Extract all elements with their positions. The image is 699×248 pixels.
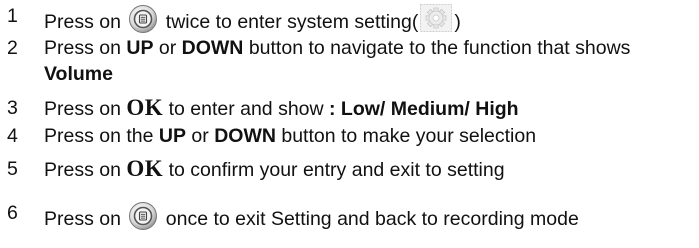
volume-options: : Low/ Medium/ High	[329, 98, 519, 120]
step-number: 1	[7, 5, 18, 27]
step-number: 4	[7, 125, 18, 147]
step-text-part: Press on	[44, 98, 127, 120]
step-text-part: to enter and show	[163, 98, 330, 120]
ok-button-label: OK	[126, 156, 164, 181]
menu-button-icon	[129, 5, 158, 33]
step-text-part: twice to enter system setting(	[165, 11, 419, 33]
step-text-part: or	[186, 125, 215, 147]
volume-label: Volume	[44, 63, 113, 85]
step-text-part: once to exit Setting and back to recordi…	[165, 208, 579, 230]
step-text-part: Press on the	[44, 125, 159, 147]
step-text: Press on twice to enter system setting(	[44, 4, 461, 34]
step-text-part: Press on	[44, 159, 127, 181]
step-text-part: or	[153, 37, 182, 59]
step-number: 5	[7, 158, 18, 180]
step-text: Press on UP or DOWN button to navigate t…	[44, 36, 630, 60]
down-button-label: DOWN	[214, 125, 276, 147]
step-number: 3	[7, 97, 18, 119]
step-2-continuation: Volume	[44, 62, 113, 86]
up-button-label: UP	[158, 125, 186, 147]
menu-button-icon	[129, 202, 158, 230]
step-text-part: to confirm your entry and exit to settin…	[163, 159, 505, 181]
step-text: Press on once to exit Setting and back t…	[44, 201, 579, 231]
step-text-part: button to make your selection	[275, 125, 537, 147]
step-text: Press on OK to confirm your entry and ex…	[44, 157, 505, 182]
down-button-label: DOWN	[181, 37, 244, 59]
step-number: 2	[7, 37, 18, 59]
step-text-part: Press on	[44, 208, 121, 230]
step-text: Press on the UP or DOWN button to make y…	[44, 124, 536, 148]
step-number: 6	[7, 202, 18, 224]
step-text-part: Press on	[44, 11, 121, 33]
up-button-label: UP	[126, 37, 154, 59]
ok-button-label: OK	[126, 95, 164, 120]
step-text-part: button to navigate to the function that …	[243, 37, 631, 59]
settings-gear-icon	[420, 4, 453, 32]
step-text-part: )	[454, 11, 461, 33]
step-text-part: Press on	[44, 37, 127, 59]
step-text: Press on OK to enter and show : Low/ Med…	[44, 96, 519, 121]
